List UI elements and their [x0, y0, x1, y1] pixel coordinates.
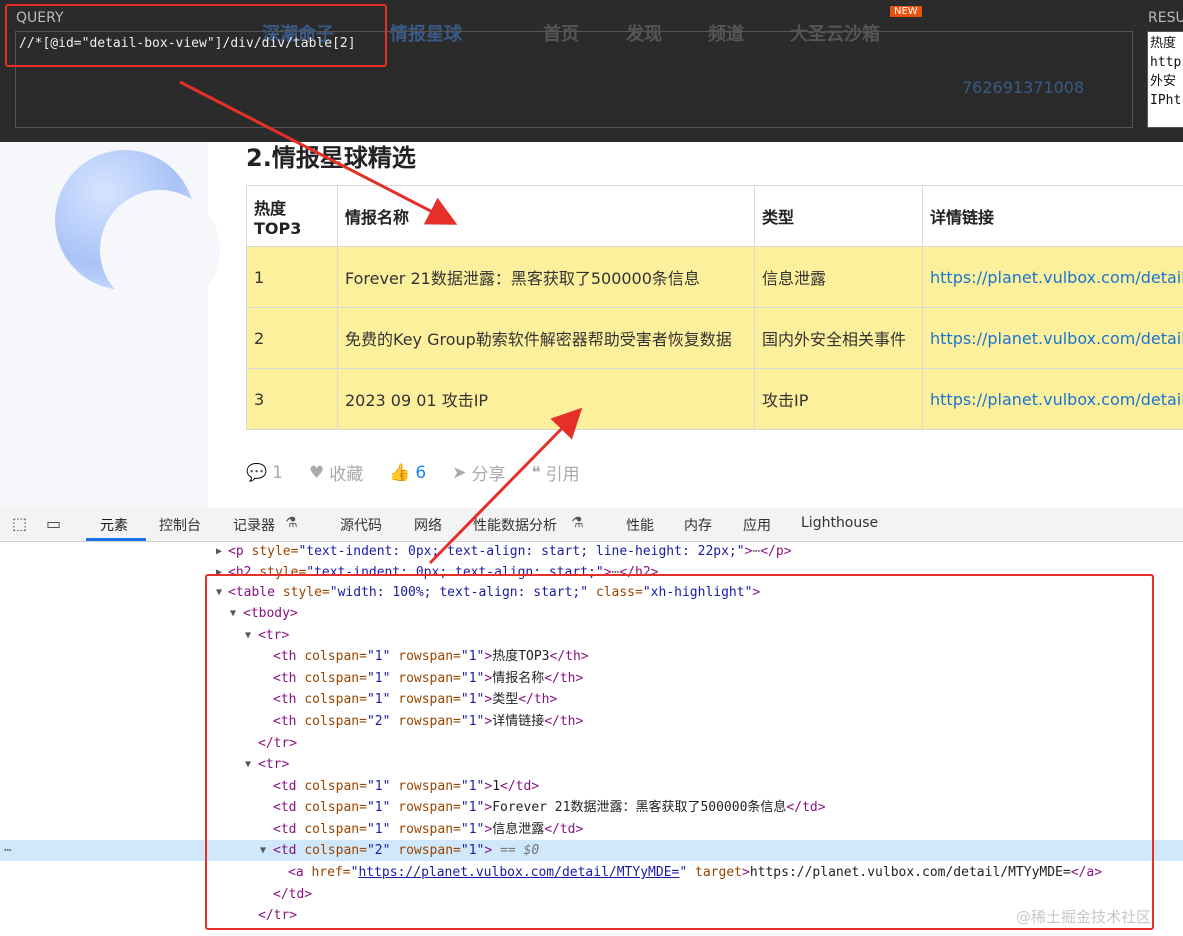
- arrow-query-to-table: [180, 82, 452, 222]
- annotation-arrows: [0, 0, 1183, 935]
- watermark: @稀土掘金技术社区: [1016, 906, 1151, 927]
- arrow-code-to-row: [430, 412, 578, 563]
